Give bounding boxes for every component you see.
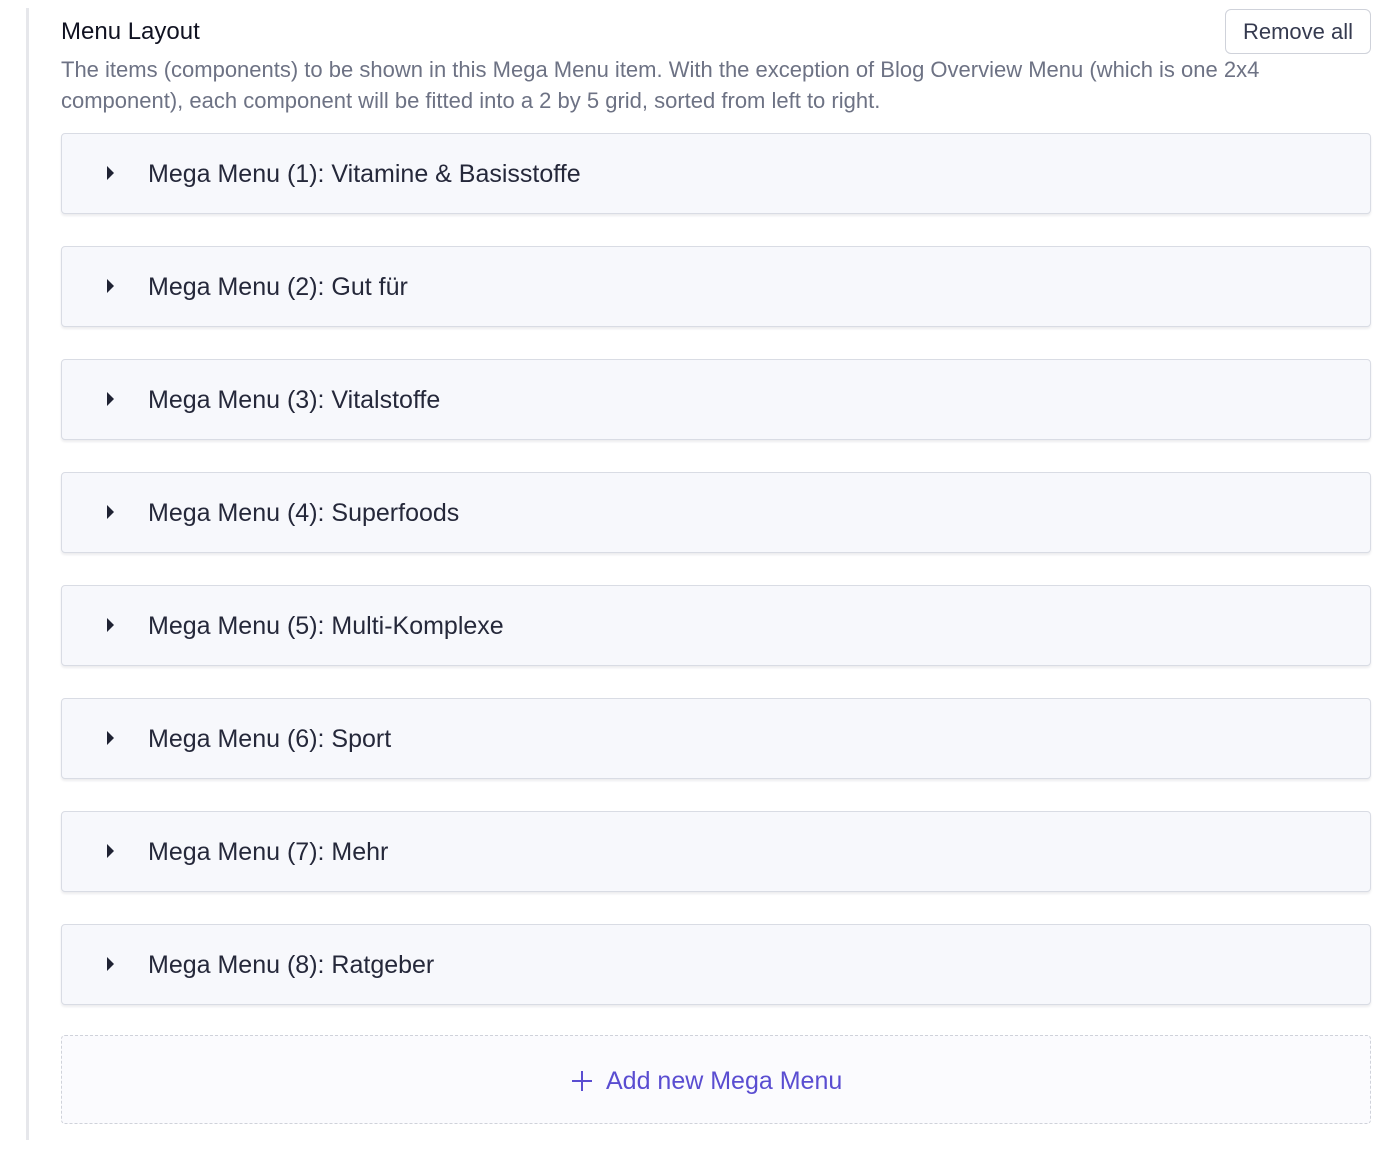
mega-menu-item-5[interactable]: Mega Menu (5): Multi-Komplexe xyxy=(61,585,1371,666)
mega-menu-item-3[interactable]: Mega Menu (3): Vitalstoffe xyxy=(61,359,1371,440)
caret-right-icon[interactable] xyxy=(107,957,114,971)
mega-menu-item-label: Mega Menu (2): Gut für xyxy=(148,273,408,301)
caret-right-icon[interactable] xyxy=(107,844,114,858)
add-new-content[interactable]: Add new Mega Menu xyxy=(572,1064,842,1098)
plus-icon[interactable] xyxy=(572,1071,592,1091)
mega-menu-item-label: Mega Menu (1): Vitamine & Basisstoffe xyxy=(148,160,581,188)
mega-menu-item-label: Mega Menu (5): Multi-Komplexe xyxy=(148,612,504,640)
menu-layout-section: Menu Layout Remove all The items (compon… xyxy=(61,0,1371,1124)
caret-right-icon[interactable] xyxy=(107,618,114,632)
caret-right-icon[interactable] xyxy=(107,505,114,519)
caret-right-icon[interactable] xyxy=(107,279,114,293)
mega-menu-item-1[interactable]: Mega Menu (1): Vitamine & Basisstoffe xyxy=(61,133,1371,214)
mega-menu-item-4[interactable]: Mega Menu (4): Superfoods xyxy=(61,472,1371,553)
left-divider xyxy=(26,8,29,1140)
mega-menu-item-label: Mega Menu (7): Mehr xyxy=(148,838,389,866)
add-new-label[interactable]: Add new Mega Menu xyxy=(606,1064,842,1098)
mega-menu-item-7[interactable]: Mega Menu (7): Mehr xyxy=(61,811,1371,892)
section-header: Menu Layout Remove all The items (compon… xyxy=(61,0,1371,116)
mega-menu-item-label: Mega Menu (8): Ratgeber xyxy=(148,951,435,979)
section-description: The items (components) to be shown in th… xyxy=(61,57,1260,113)
mega-menu-item-8[interactable]: Mega Menu (8): Ratgeber xyxy=(61,924,1371,1005)
menu-layout-panel: Menu Layout Remove all The items (compon… xyxy=(0,0,1400,1151)
caret-right-icon[interactable] xyxy=(107,166,114,180)
caret-right-icon[interactable] xyxy=(107,731,114,745)
mega-menu-item-label: Mega Menu (3): Vitalstoffe xyxy=(148,386,441,414)
mega-menu-item-2[interactable]: Mega Menu (2): Gut für xyxy=(61,246,1371,327)
section-title: Menu Layout xyxy=(61,18,200,45)
add-new-mega-menu-button[interactable]: Add new Mega Menu xyxy=(61,1035,1371,1124)
mega-menu-item-6[interactable]: Mega Menu (6): Sport xyxy=(61,698,1371,779)
caret-right-icon[interactable] xyxy=(107,392,114,406)
mega-menu-item-label: Mega Menu (4): Superfoods xyxy=(148,499,460,527)
remove-all-button[interactable]: Remove all xyxy=(1224,9,1371,54)
mega-menu-item-label: Mega Menu (6): Sport xyxy=(148,725,392,753)
